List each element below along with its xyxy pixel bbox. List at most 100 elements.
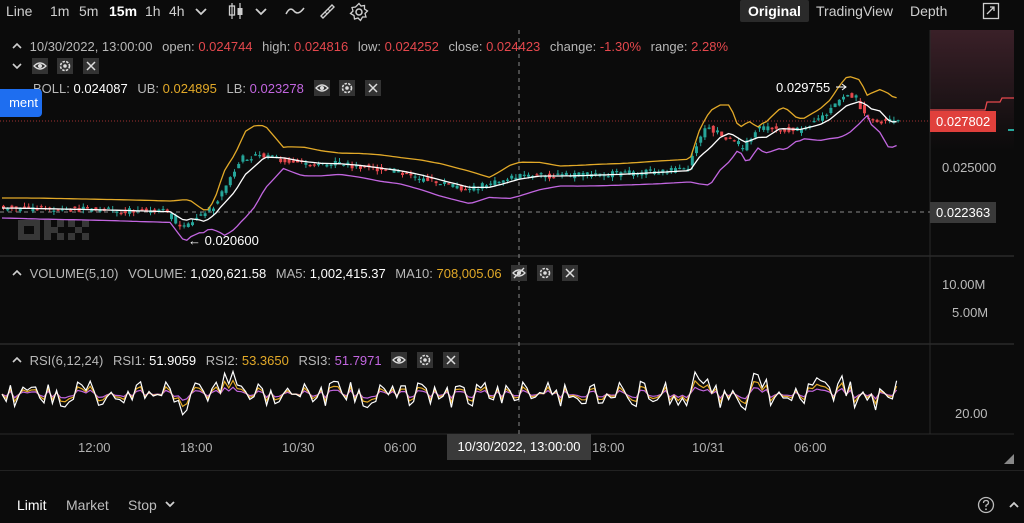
gear-icon[interactable] (339, 80, 356, 96)
interval-1m[interactable]: 1m (50, 3, 69, 19)
order-tab-market[interactable]: Market (66, 497, 109, 513)
chevron-up-icon[interactable] (12, 268, 22, 278)
rsi2-label: RSI2: (205, 353, 239, 368)
ruler-draw-icon[interactable] (318, 2, 336, 20)
candle-body (585, 172, 589, 175)
rsi1-label: RSI1: (112, 353, 146, 368)
eye-icon[interactable] (313, 80, 330, 96)
chevron-up-icon[interactable] (12, 355, 22, 365)
candlestick-icon[interactable] (228, 2, 244, 20)
view-tradingview-tab[interactable]: TradingView (808, 0, 901, 22)
gear-icon[interactable] (416, 352, 433, 368)
fullscreen-icon[interactable] (982, 2, 1000, 20)
candle-body (779, 130, 782, 132)
order-tab-stop[interactable]: Stop (128, 497, 157, 513)
boll-lower-band (1, 114, 897, 242)
side-action-button[interactable]: ment (0, 89, 42, 117)
candle-body (842, 96, 845, 100)
chart-toolbar: Line 1m 5m 15m 1h 4h Original TradingVie… (0, 0, 1024, 24)
candle-body (678, 167, 682, 170)
candle-body (510, 175, 514, 179)
interval-5m[interactable]: 5m (79, 3, 98, 19)
order-type-bar: Limit Market Stop (0, 470, 1024, 523)
order-tab-limit[interactable]: Limit (17, 497, 47, 513)
candle-body (737, 141, 740, 145)
close-value: 0.024423 (486, 39, 541, 54)
candle-body (417, 178, 421, 181)
candle-body (31, 207, 35, 212)
candle-body (182, 225, 186, 227)
candlestick-series (2, 92, 900, 230)
candle-body (493, 180, 497, 185)
boll-lb-value: 0.023278 (249, 81, 304, 96)
candle-body (233, 171, 236, 177)
interval-1h[interactable]: 1h (145, 3, 161, 19)
candle-body (186, 223, 190, 227)
time-axis-label: 18:00 (180, 440, 213, 455)
gear-icon[interactable] (536, 265, 553, 281)
candle-body (497, 181, 501, 184)
volume-tick-label: 5.00M (952, 305, 989, 320)
ohlc-info-row: 10/30/2022, 13:00:00 open: 0.024744 high… (12, 39, 728, 54)
crosshair-price-tag: 0.022363 (930, 202, 997, 223)
candle-body (237, 164, 241, 169)
low-marker-label: ← 0.020600 (188, 233, 259, 248)
chevron-down-icon[interactable] (254, 5, 268, 19)
close-icon[interactable] (562, 265, 579, 281)
candle-body (107, 207, 110, 209)
boll-ub-value: 0.024895 (162, 81, 217, 96)
eye-icon[interactable] (391, 352, 408, 368)
interval-4h[interactable]: 4h (169, 3, 185, 19)
volume-value: 1,020,621.58 (190, 266, 267, 281)
boll-mid-value: 0.024087 (73, 81, 128, 96)
chevron-down-icon[interactable] (12, 61, 22, 71)
chevron-up-icon[interactable] (1008, 499, 1020, 511)
view-depth-tab[interactable]: Depth (902, 0, 955, 22)
candle-body (161, 208, 165, 211)
candle-body (682, 168, 686, 170)
candle-body (123, 211, 127, 214)
volume-tick-label: 10.00M (942, 277, 986, 292)
close-icon[interactable] (442, 352, 459, 368)
volume-label: VOLUME: (128, 266, 187, 281)
candle-body (716, 130, 719, 133)
gear-icon[interactable] (57, 58, 74, 74)
close-icon[interactable] (364, 80, 381, 96)
candle-body (396, 171, 400, 173)
chevron-up-icon[interactable] (12, 41, 22, 51)
candle-body (732, 140, 736, 142)
resize-grip-icon[interactable] (1004, 454, 1014, 464)
candle-body (711, 125, 715, 133)
candle-body (455, 185, 459, 189)
candle-body (384, 169, 388, 171)
eye-off-icon[interactable] (511, 265, 528, 281)
chevron-down-icon[interactable] (164, 500, 176, 510)
interval-line[interactable]: Line (6, 3, 32, 19)
gear-icon[interactable] (349, 2, 369, 22)
eye-icon[interactable] (31, 58, 48, 74)
ma5-label: MA5: (275, 266, 307, 281)
candle-body (552, 177, 556, 179)
candle-body (707, 127, 711, 129)
view-original-tab[interactable]: Original (740, 0, 809, 22)
close-icon[interactable] (82, 58, 99, 74)
chevron-down-icon[interactable] (194, 5, 208, 19)
candle-body (560, 174, 564, 176)
candle-body (762, 126, 766, 130)
ma10-label: MA10: (395, 266, 433, 281)
candle-body (191, 222, 194, 226)
crosshair-time-label: 10/30/2022, 13:00:00 (447, 434, 591, 460)
candle-body (216, 201, 220, 204)
candle-body (648, 169, 652, 171)
help-icon[interactable] (977, 496, 995, 514)
candle-body (329, 164, 333, 166)
candle-body (304, 162, 308, 165)
candle-body (724, 137, 728, 140)
candle-body (291, 160, 295, 163)
high-marker-label: 0.029755 (776, 80, 831, 95)
time-axis-label: 10/30 (282, 440, 315, 455)
indicator-wave-icon[interactable] (285, 4, 305, 18)
candle-body (199, 214, 203, 216)
interval-15m[interactable]: 15m (109, 3, 137, 19)
candle-body (501, 180, 505, 183)
